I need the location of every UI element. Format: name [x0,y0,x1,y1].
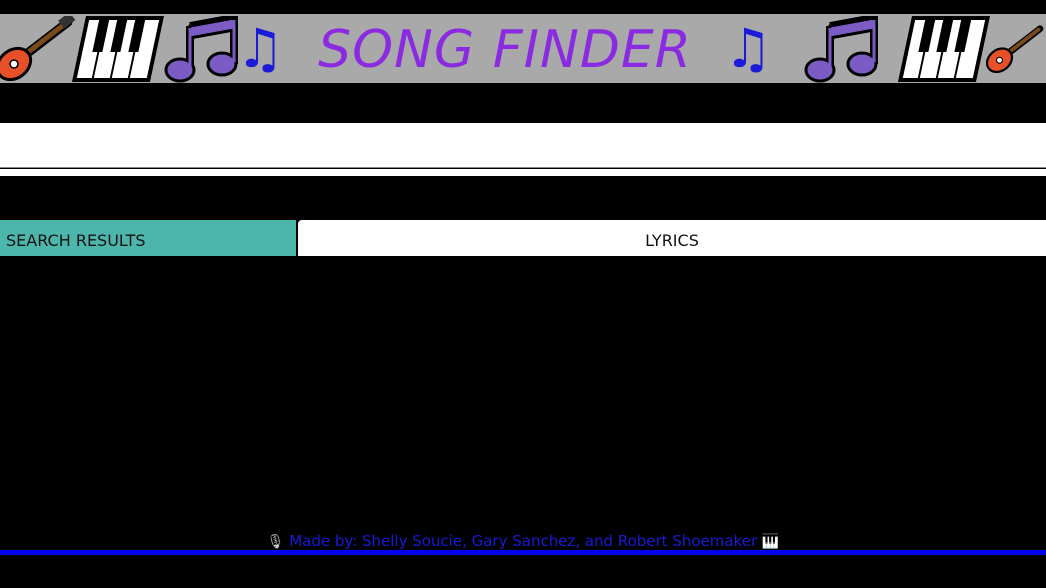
piano-icon: 🎹 [761,534,780,550]
lyrics-header: LYRICS [298,220,1046,256]
single-note-icon: ♫ [724,17,773,80]
credits-link[interactable]: Made by: Shelly Soucie, Gary Sanchez, an… [289,532,757,550]
header-banner: ♫ SONG FINDER ♫ [0,14,1046,83]
microphone-icon: 🎙 [266,534,285,550]
double-note-icon [804,16,878,83]
search-results-header: SEARCH RESULTS [0,220,296,256]
divider-bar [0,169,1046,176]
footer-rule [0,550,1046,555]
guitar-icon [986,25,1044,74]
piano-keys-icon [898,16,990,82]
search-input[interactable] [0,123,1046,168]
